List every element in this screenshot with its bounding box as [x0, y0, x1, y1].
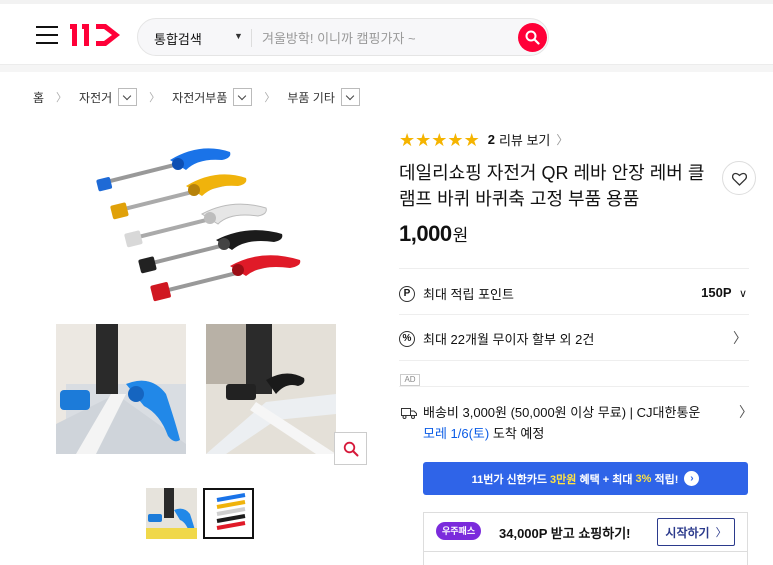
chevron-down-icon[interactable]	[233, 88, 253, 106]
pass-text: 34,000P 받고 쇼핑하기!	[499, 526, 631, 541]
pass-promo: 우주패스 34,000P 받고 쇼핑하기! 시작하기 〉	[423, 512, 748, 552]
search-button[interactable]	[518, 23, 547, 52]
thumbnail[interactable]	[146, 488, 197, 539]
points-row: P 최대 적립 포인트 150P ∨	[399, 268, 749, 314]
review-link[interactable]: 2 리뷰 보기 〉	[488, 130, 569, 149]
start-button[interactable]: 시작하기 〉	[657, 518, 735, 546]
ad-badge: AD	[400, 374, 420, 386]
divider	[399, 360, 749, 361]
chevron-right-icon: 〉	[56, 92, 68, 104]
product-title: 데일리쇼핑 자전거 QR 레바 안장 레버 클램프 바퀴 바퀴축 고정 부품 용…	[399, 163, 705, 209]
chevron-right-icon: 〉	[715, 527, 727, 539]
price-unit: 원	[452, 226, 469, 245]
price: 1,000원	[399, 221, 468, 247]
chevron-right-icon: 〉	[149, 92, 161, 104]
divider	[251, 29, 252, 47]
pass-badge: 우주패스	[436, 522, 482, 540]
caret-down-icon[interactable]: ▼	[234, 31, 243, 41]
chevron-right-icon: 〉	[733, 330, 747, 346]
price-value: 1,000	[399, 221, 452, 246]
zoom-button[interactable]	[334, 432, 367, 465]
breadcrumb-label: 자전거	[79, 90, 113, 105]
review-count: 2	[487, 132, 495, 147]
star-icon: ★	[463, 129, 480, 150]
header-divider	[0, 64, 773, 72]
product-detail-image[interactable]	[206, 324, 336, 454]
breadcrumb-label: 자전거부품	[172, 90, 228, 105]
product-main-image[interactable]	[90, 140, 320, 310]
search-input[interactable]	[262, 27, 502, 49]
breadcrumb-home[interactable]: 홈	[33, 89, 44, 106]
breadcrumb-item-bicycle[interactable]: 자전거	[79, 88, 138, 106]
breadcrumb: 홈 〉 자전거 〉 자전거부품 〉 부품 기타	[33, 87, 360, 107]
chevron-down-icon: ∨	[738, 288, 747, 300]
rating: ★ ★ ★ ★ ★ 2 리뷰 보기 〉	[399, 130, 568, 149]
points-value-dropdown[interactable]: 150P ∨	[701, 285, 747, 300]
shipping-fee: 배송비 3,000원 (50,000원 이상 무료) | CJ대한통운	[423, 405, 701, 420]
star-icon: ★	[431, 129, 448, 150]
banner-text: 11번가 신한카드	[471, 473, 551, 486]
wishlist-button[interactable]	[722, 161, 756, 195]
menu-icon[interactable]	[36, 26, 58, 44]
search-scope-select[interactable]: 통합검색	[154, 29, 202, 48]
points-icon: P	[399, 285, 415, 302]
chevron-down-icon[interactable]	[118, 88, 138, 106]
header: 통합검색 ▼	[0, 0, 773, 64]
product-detail-image[interactable]	[56, 324, 186, 454]
card-promo-banner[interactable]: 11번가 신한카드 3만원 혜택 + 최대 3% 적립! ›	[423, 462, 748, 495]
star-icon: ★	[415, 129, 432, 150]
chevron-right-icon[interactable]: 〉	[739, 402, 753, 422]
truck-icon	[401, 407, 417, 419]
review-label: 리뷰 보기	[498, 133, 551, 148]
start-button-label: 시작하기	[665, 525, 710, 540]
points-value: 150P	[701, 285, 732, 300]
banner-text: 혜택 + 최대	[576, 473, 636, 486]
logo[interactable]	[70, 20, 128, 50]
search-box: 통합검색 ▼	[137, 18, 549, 56]
installment-row[interactable]: % 최대 22개월 무이자 할부 외 2건 〉	[399, 314, 749, 360]
star-icon: ★	[447, 129, 464, 150]
percent-icon: %	[399, 330, 415, 347]
banner-highlight: 3만원	[550, 473, 577, 486]
arrival-date: 모레 1/6(토)	[423, 426, 490, 441]
banner-text: 적립!	[651, 473, 679, 486]
arrival-label: 도착 예정	[492, 426, 545, 441]
chevron-right-icon: 〉	[556, 133, 569, 147]
breadcrumb-item-etc[interactable]: 부품 기타	[287, 88, 360, 106]
zoom-icon	[343, 441, 359, 457]
search-icon	[525, 30, 540, 45]
thumbnail-active[interactable]	[203, 488, 254, 539]
banner-highlight: 3%	[635, 472, 652, 485]
chevron-right-icon: 〉	[264, 92, 276, 104]
star-icon: ★	[399, 129, 416, 150]
installment-label: 최대 22개월 무이자 할부 외 2건	[423, 332, 595, 347]
breadcrumb-label: 부품 기타	[287, 90, 335, 105]
chevron-down-icon[interactable]	[340, 88, 360, 106]
divider	[399, 386, 749, 387]
shipping-info[interactable]: 배송비 3,000원 (50,000원 이상 무료) | CJ대한통운 모레 1…	[401, 402, 700, 444]
points-label: 최대 적립 포인트	[423, 287, 514, 302]
breadcrumb-item-parts[interactable]: 자전거부품	[172, 88, 253, 106]
arrow-right-icon: ›	[684, 471, 700, 486]
panel-border	[423, 552, 748, 565]
heart-icon	[732, 172, 747, 186]
